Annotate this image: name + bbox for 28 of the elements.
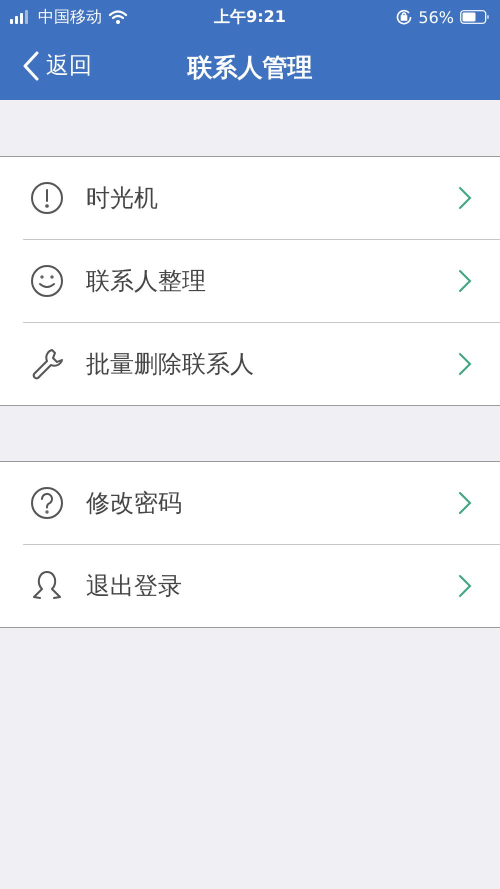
- chevron-icon: [458, 269, 472, 293]
- battery-percent: 56%: [418, 8, 454, 26]
- menu-item[interactable]: 批量删除联系人: [23, 322, 500, 405]
- menu-item[interactable]: 退出登录: [23, 544, 500, 627]
- menu-label: 修改密码: [86, 488, 183, 519]
- smiley-icon: [30, 264, 64, 298]
- carrier-name: 中国移动: [38, 6, 102, 28]
- menu-item[interactable]: 修改密码: [0, 462, 500, 544]
- wifi-icon: [108, 10, 128, 24]
- page-title: 联系人管理: [188, 52, 312, 84]
- battery-icon: [460, 10, 490, 24]
- chevron-icon: [458, 186, 472, 210]
- menu-item[interactable]: 联系人整理: [23, 239, 500, 322]
- chevron-icon: [458, 352, 472, 376]
- status-time: 上午9:21: [214, 6, 286, 28]
- chevron-icon: [458, 574, 472, 598]
- question-icon: [30, 486, 64, 520]
- wrench-icon: [30, 347, 64, 381]
- menu-item[interactable]: 时光机: [0, 157, 500, 239]
- menu-label: 联系人整理: [86, 266, 207, 297]
- menu-label: 批量删除联系人: [86, 349, 255, 380]
- menu-label: 时光机: [86, 183, 159, 214]
- rotation-lock-icon: [396, 9, 412, 25]
- chevron-icon: [458, 491, 472, 515]
- back-chevron-icon: [22, 50, 40, 80]
- menu-label: 退出登录: [86, 571, 183, 602]
- alert-icon: [30, 181, 64, 215]
- back-button[interactable]: 返回: [22, 50, 92, 81]
